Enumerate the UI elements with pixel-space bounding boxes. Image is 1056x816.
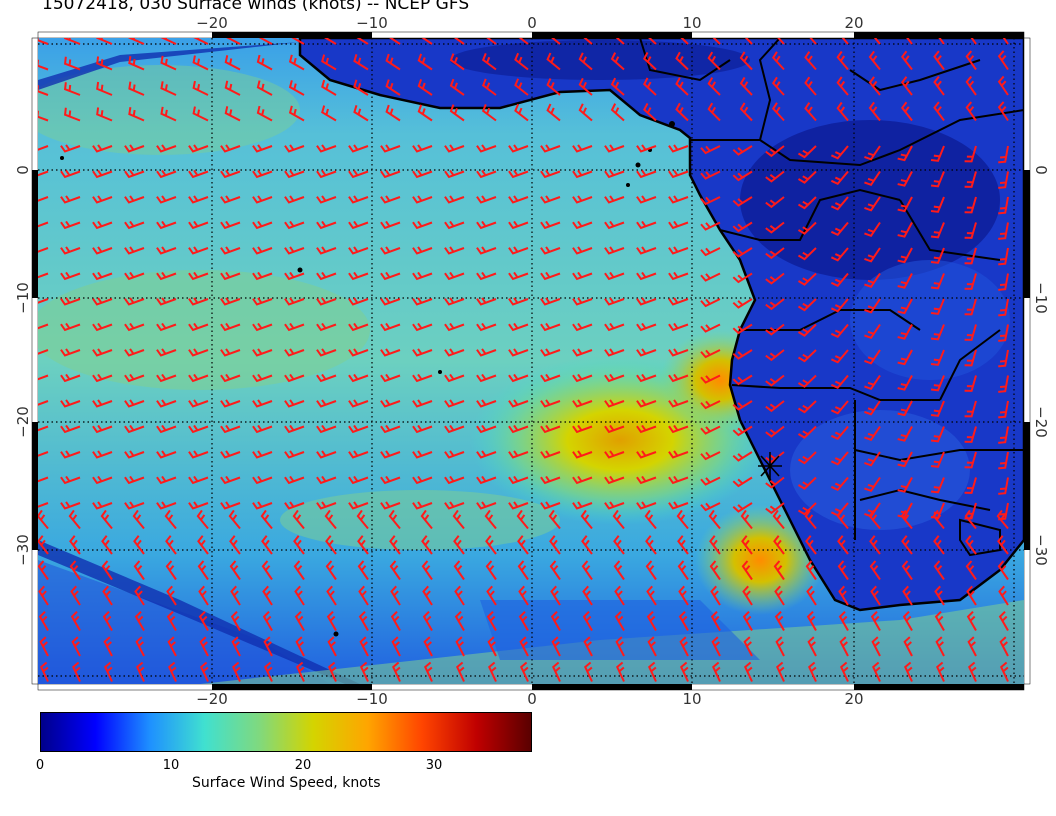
lat-tick-label: −10 [1032,282,1050,314]
lon-labels-bottom: −20 −10 0 10 20 [196,690,863,708]
colorbar-tick-label: 20 [294,758,312,773]
wind-map: −20 −10 0 10 20 −20 −10 0 10 20 0 −10 −2… [14,14,1050,708]
lat-tick-label: 0 [14,165,32,175]
lon-tick-label: 0 [527,14,537,32]
lon-tick-label: 10 [682,14,701,32]
colorbar-title: Surface Wind Speed, knots [192,775,381,791]
lon-tick-label: −20 [196,14,228,32]
colorbar-tick-label: 0 [35,758,45,773]
lat-tick-label: −10 [14,282,32,314]
lat-tick-label: −30 [1032,534,1050,566]
lon-tick-label: −20 [196,690,228,708]
lon-labels-top: −20 −10 0 10 20 [196,14,863,32]
colorbar [40,712,532,752]
lon-tick-label: −10 [356,14,388,32]
lon-tick-label: 10 [682,690,701,708]
colorbar-tick-label: 10 [162,758,180,773]
lat-labels-left: 0 −10 −20 −30 [14,165,32,566]
map-field [38,38,1024,684]
lat-tick-label: −20 [14,406,32,438]
location-marker [758,452,782,480]
colorbar-tick-label: 30 [425,758,443,773]
lon-tick-label: 20 [844,690,863,708]
lat-tick-label: 0 [1032,165,1050,175]
lat-tick-label: −20 [1032,406,1050,438]
lat-tick-label: −30 [14,534,32,566]
lon-tick-label: −10 [356,690,388,708]
lon-tick-label: 20 [844,14,863,32]
lon-tick-label: 0 [527,690,537,708]
lat-labels-right: 0 −10 −20 −30 [1032,165,1050,566]
